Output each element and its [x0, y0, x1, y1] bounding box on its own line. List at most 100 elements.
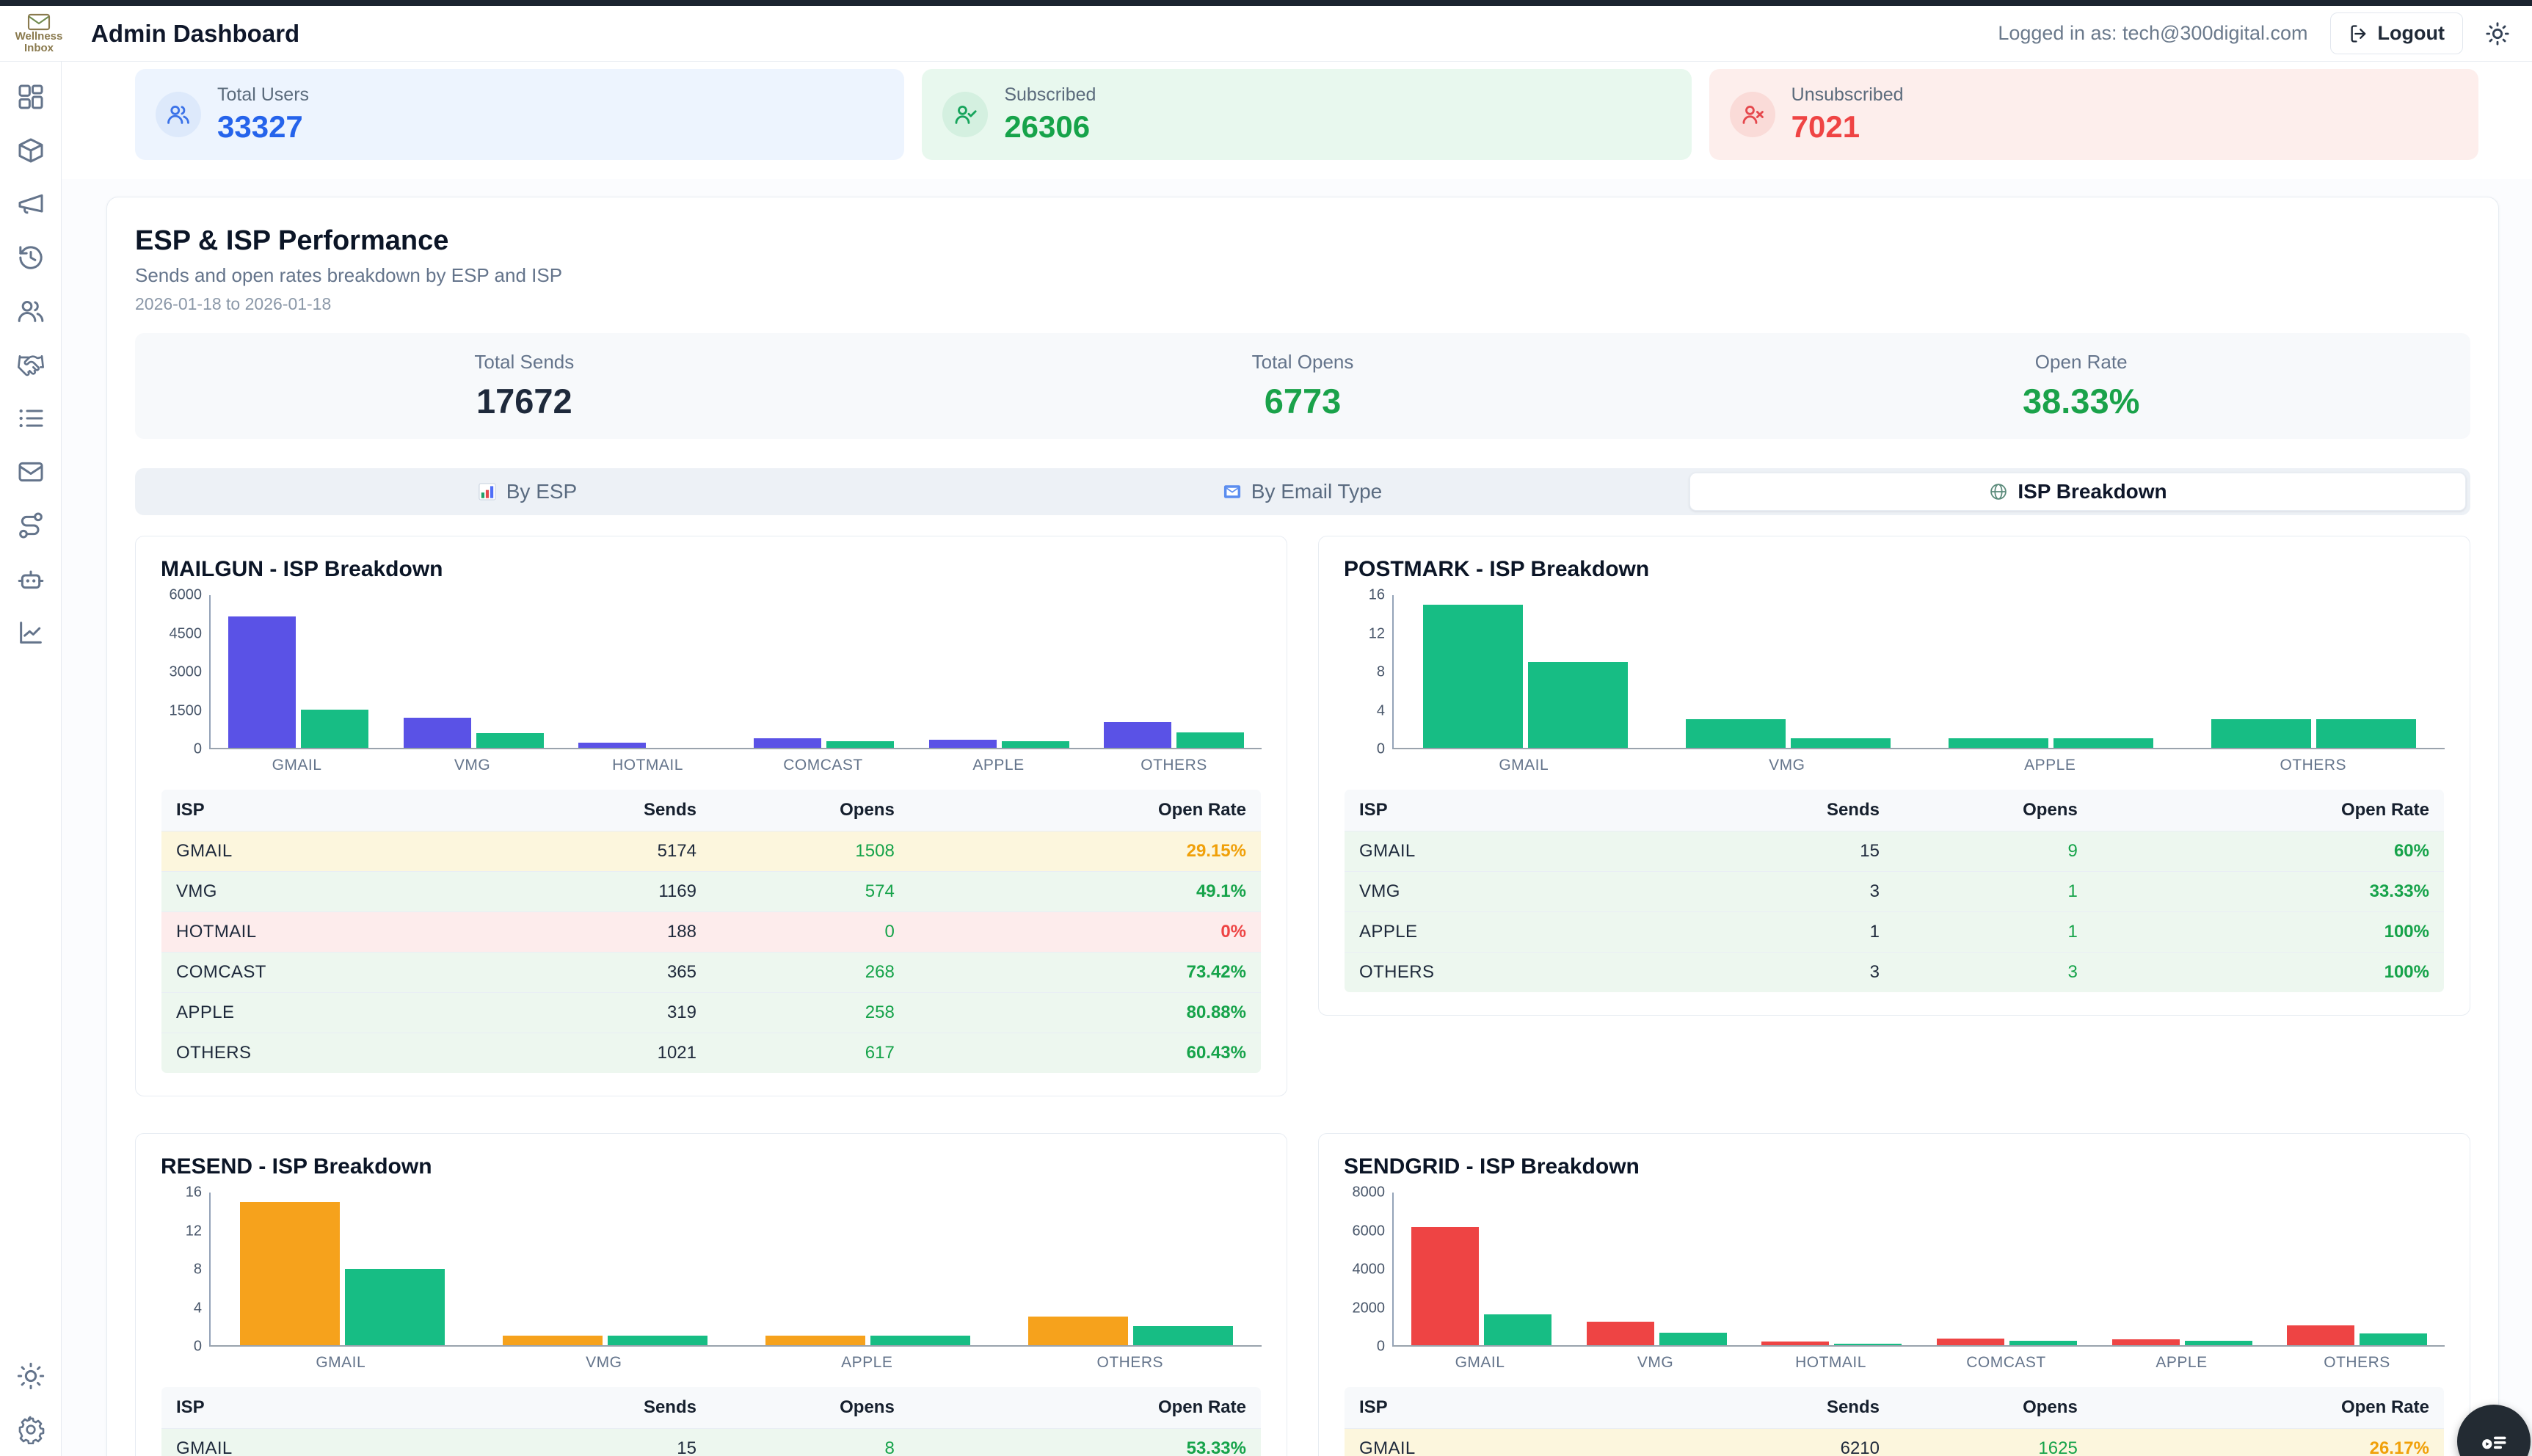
sidebar-item-list[interactable] [16, 404, 46, 433]
table-cell: 1 [1894, 872, 2092, 912]
bar-group [1569, 1193, 1745, 1345]
bar-group [211, 1193, 473, 1345]
table-cell: 617 [711, 1033, 909, 1074]
table-row: GMAIL15960% [1345, 831, 2445, 872]
x-axis-label: OTHERS [1086, 757, 1262, 774]
sidebar-theme-sun-icon[interactable] [16, 1361, 46, 1391]
table-cell: 60.43% [909, 1033, 1262, 1074]
sidebar-item-dashboard[interactable] [16, 82, 46, 112]
logo-line2: Inbox [24, 42, 54, 54]
table-cell: 73.42% [909, 953, 1262, 993]
sends-bar [1937, 1339, 2004, 1345]
sidebar-item-analytics[interactable] [16, 618, 46, 647]
table-cell: GMAIL [1345, 1429, 1719, 1456]
stat-card-total-users: Total Users 33327 [135, 69, 904, 160]
y-axis-tick: 12 [186, 1223, 202, 1240]
x-axis-label: VMG [1656, 757, 1919, 774]
sends-bar [2112, 1339, 2180, 1345]
tab-isp-breakdown[interactable]: ISP Breakdown [1689, 473, 2466, 511]
table-row: VMG116957449.1% [161, 872, 1262, 912]
bar-group [1394, 1193, 1569, 1345]
sidebar-settings-gear-icon[interactable] [16, 1415, 46, 1444]
sidebar-item-workflow[interactable] [16, 511, 46, 540]
tab-label: By Email Type [1251, 480, 1382, 503]
opens-bar [2053, 738, 2153, 748]
charts-grid: MAILGUN - ISP Breakdown 0150030004500600… [135, 536, 2470, 1456]
tab-by-esp[interactable]: By ESP [139, 473, 914, 511]
sendgrid-table: ISP Sends Opens Open Rate GMAIL621016252… [1344, 1386, 2445, 1456]
opens-bar [476, 733, 544, 748]
y-axis-tick: 6000 [170, 587, 203, 604]
bar-group [2269, 1193, 2445, 1345]
bar-group [736, 1193, 999, 1345]
bar-group [1656, 595, 1919, 748]
resend-table: ISP Sends Opens Open Rate GMAIL15853.33%… [161, 1386, 1262, 1456]
table-row: GMAIL15853.33% [161, 1429, 1262, 1456]
opens-bar [1659, 1333, 1727, 1345]
totals-strip: Total Sends 17672 Total Opens 6773 Open … [135, 333, 2470, 439]
opens-bar [1002, 741, 1069, 748]
sidebar-item-megaphone[interactable] [16, 189, 46, 219]
sends-bar [228, 616, 296, 748]
col-header-open-rate: Open Rate [2092, 1387, 2445, 1429]
opens-bar [1176, 732, 1244, 748]
resend-panel: RESEND - ISP Breakdown 0481216 GMAILVMGA… [135, 1133, 1287, 1456]
open-rate-value: 38.33% [1692, 381, 2470, 421]
opens-bar [826, 741, 894, 748]
bar-group [999, 1193, 1262, 1345]
view-tabs: By ESP By Email Type ISP Breakdown [135, 468, 2470, 515]
tab-by-email-type[interactable]: By Email Type [914, 473, 1689, 511]
table-row: HOTMAIL18800% [161, 912, 1262, 953]
user-x-icon [1730, 92, 1775, 137]
logout-icon [2349, 23, 2369, 44]
sends-bar [503, 1336, 603, 1345]
bar-group [912, 595, 1087, 748]
y-axis-tick: 8 [194, 1262, 202, 1278]
esp-isp-performance-panel: ESP & ISP Performance Sends and open rat… [106, 197, 2499, 1456]
table-cell: 3 [1894, 953, 2092, 993]
table-cell: 33.33% [2092, 872, 2445, 912]
sidebar-item-handshake[interactable] [16, 350, 46, 379]
table-cell: 1169 [535, 872, 711, 912]
stat-label: Subscribed [1004, 84, 1096, 106]
sidebar-item-history[interactable] [16, 243, 46, 272]
y-axis-tick: 16 [186, 1184, 202, 1201]
table-cell: 3 [1718, 953, 1894, 993]
main-content: Total Users 33327 Subscribed 26306 Uns [62, 62, 2532, 1456]
chart-title: MAILGUN - ISP Breakdown [161, 557, 1262, 582]
sidebar-item-bot[interactable] [16, 564, 46, 594]
section-title: ESP & ISP Performance [135, 225, 2470, 257]
y-axis: 0481216 [161, 1193, 209, 1347]
chart-title: RESEND - ISP Breakdown [161, 1154, 1262, 1179]
table-cell: VMG [161, 872, 536, 912]
table-cell: 26.17% [2092, 1429, 2445, 1456]
col-header-opens: Opens [711, 1387, 909, 1429]
table-cell: 9 [1894, 831, 2092, 872]
sidebar-item-package[interactable] [16, 136, 46, 165]
sidebar-item-mail[interactable] [16, 457, 46, 487]
theme-toggle-button[interactable] [2485, 21, 2510, 46]
col-header-open-rate: Open Rate [909, 790, 1262, 831]
x-axis-label: VMG [385, 757, 560, 774]
col-header-open-rate: Open Rate [909, 1387, 1262, 1429]
opens-bar [2316, 719, 2416, 748]
sends-bar [929, 740, 997, 748]
y-axis: 01500300045006000 [161, 595, 209, 749]
table-cell: 29.15% [909, 831, 1262, 872]
table-cell: 15 [1718, 831, 1894, 872]
total-opens-value: 6773 [914, 381, 1692, 421]
opens-bar [1791, 738, 1891, 748]
table-cell: 365 [535, 953, 711, 993]
sidebar-item-users[interactable] [16, 296, 46, 326]
logout-button[interactable]: Logout [2330, 12, 2463, 54]
table-cell: 319 [535, 993, 711, 1033]
section-subtitle: Sends and open rates breakdown by ESP an… [135, 264, 2470, 287]
x-axis-label: GMAIL [209, 757, 385, 774]
app-logo[interactable]: WellnessInbox [10, 13, 68, 54]
table-row: GMAIL6210162526.17% [1345, 1429, 2445, 1456]
opens-bar [608, 1336, 707, 1345]
opens-bar [1133, 1326, 1233, 1345]
bar-group [736, 595, 912, 748]
table-row: VMG3133.33% [1345, 872, 2445, 912]
y-axis-tick: 0 [194, 741, 202, 758]
